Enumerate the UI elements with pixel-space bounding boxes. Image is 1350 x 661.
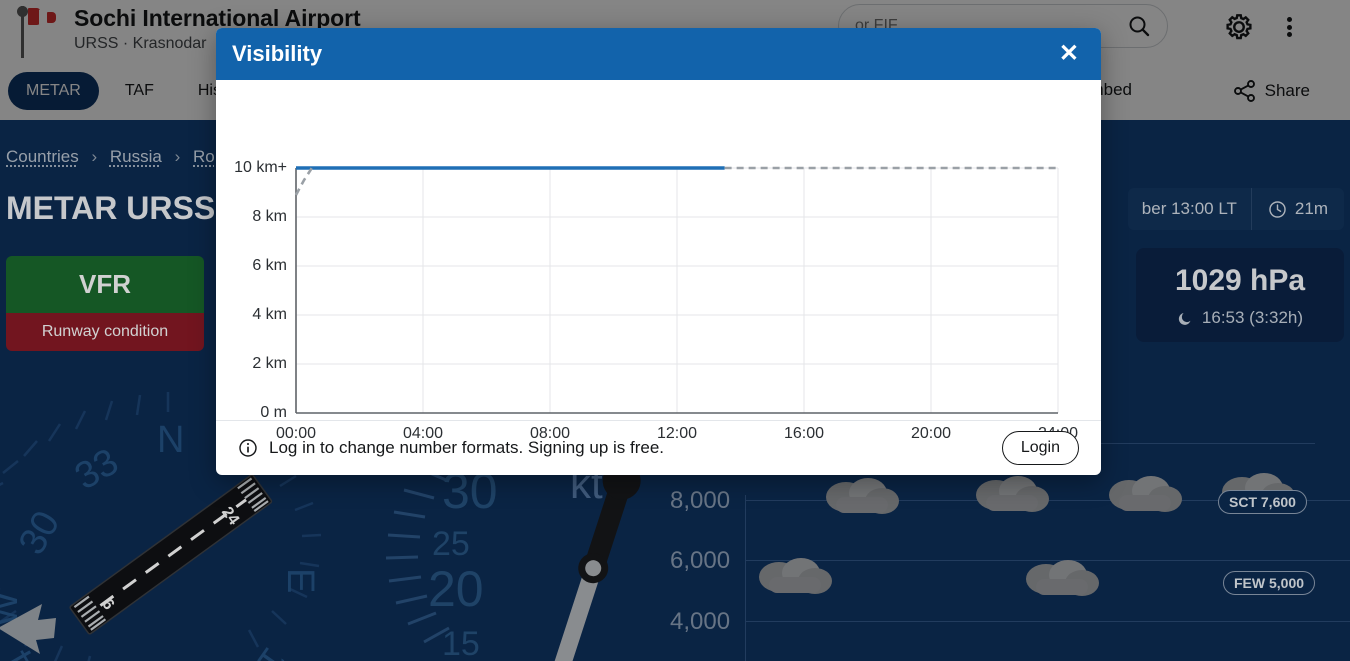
modal-footer: Log in to change number formats. Signing… bbox=[216, 420, 1101, 475]
visibility-chart: 0 m2 km 4 km 6 km 8 km 10 km+ 00:00 04:00 08:00… bbox=[216, 80, 1101, 442]
login-hint: Log in to change number formats. Signing… bbox=[238, 438, 664, 458]
modal-title: Visibility bbox=[232, 41, 323, 66]
info-icon bbox=[239, 439, 257, 457]
login-hint-text: Log in to change number formats. Signing… bbox=[269, 438, 665, 457]
chart-y-tick-label: 8 km bbox=[252, 208, 287, 225]
modal-header: Visibility ✕ bbox=[216, 28, 1101, 80]
chart-y-tick-label: 2 km bbox=[252, 355, 287, 372]
screen: N 33 30 W 24 E 12 bbox=[0, 0, 1350, 661]
chart-y-tick-label: 4 km bbox=[252, 306, 287, 323]
chart-y-tick-label: 10 km+ bbox=[234, 159, 287, 176]
login-button[interactable]: Login bbox=[1001, 431, 1079, 465]
visibility-modal: Visibility ✕ 0 m2 km 4 km 6 km 8 km 10 km+ 00… bbox=[216, 28, 1101, 475]
modal-body: 0 m2 km 4 km 6 km 8 km 10 km+ 00:00 04:00 08:00… bbox=[216, 80, 1101, 442]
close-icon[interactable]: ✕ bbox=[1059, 42, 1079, 66]
chart-y-tick-label: 6 km bbox=[252, 257, 287, 274]
chart-series-rise-to-maximum bbox=[294, 167, 313, 196]
